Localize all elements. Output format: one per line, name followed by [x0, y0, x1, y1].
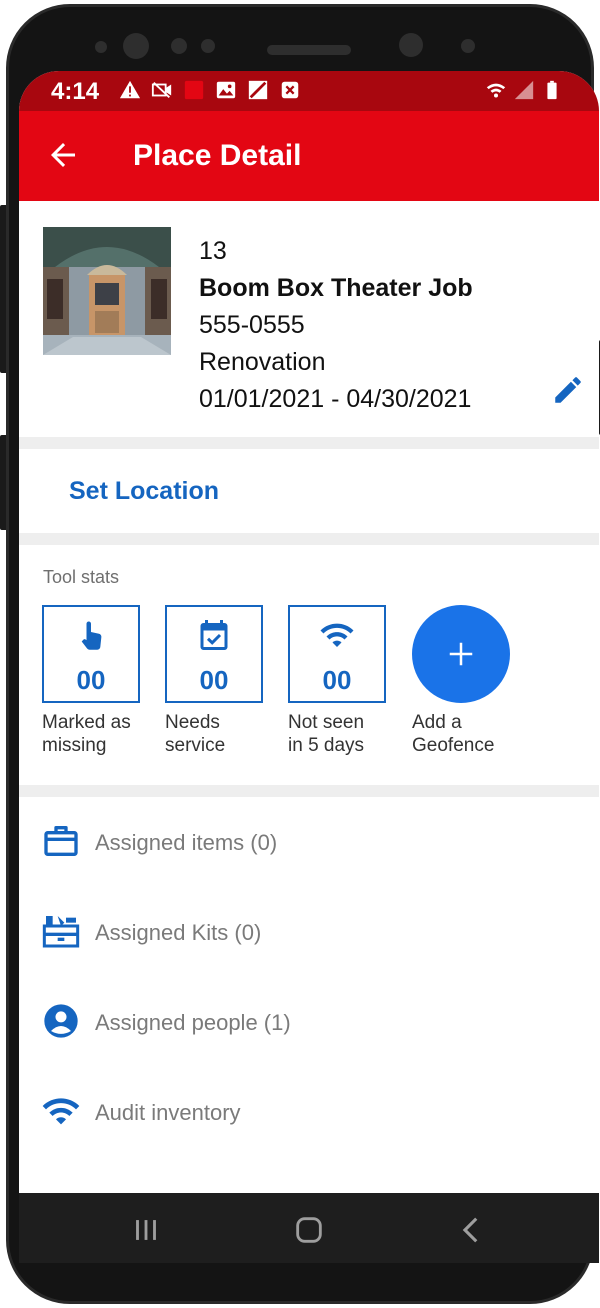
place-phone: 555-0555: [199, 311, 305, 339]
no-signal-icon: [248, 80, 268, 100]
plus-icon: [449, 642, 473, 666]
stat-value: 00: [76, 665, 106, 695]
menu-label: Assigned people (1): [95, 1010, 291, 1035]
status-time: 4:14: [51, 78, 100, 105]
system-nav-bar: [19, 1193, 599, 1263]
sensor-dot: [171, 38, 187, 54]
stat-label-line: Needs: [165, 712, 220, 733]
recent-apps-icon[interactable]: [129, 1213, 163, 1247]
wifi-icon: [486, 83, 506, 98]
set-location-label: Set Location: [69, 477, 220, 505]
calendar-check-icon: [200, 620, 228, 650]
stat-label: Add a Geofence: [412, 711, 512, 757]
menu-item-assigned-kits[interactable]: Assigned Kits (0): [19, 887, 599, 977]
stat-label-line: Marked as: [42, 712, 131, 733]
app-red-icon: [184, 80, 204, 100]
touch-icon: [81, 621, 102, 650]
add-geofence[interactable]: Add a Geofence: [412, 605, 512, 757]
set-location-button[interactable]: Set Location: [19, 449, 599, 533]
image-icon: [216, 81, 236, 99]
section-divider: [19, 437, 599, 449]
section-divider: [19, 785, 599, 797]
stat-marked-missing[interactable]: 00 Marked as missing: [42, 605, 142, 757]
stat-label-line: Add a: [412, 712, 462, 733]
menu-label: Audit inventory: [95, 1100, 241, 1125]
stat-label-line: Geofence: [412, 735, 495, 756]
person-circle-icon: [44, 1004, 78, 1038]
stat-box[interactable]: 00: [165, 605, 263, 703]
briefcase-icon: [44, 826, 78, 856]
stat-label: Needs service: [165, 711, 265, 757]
wifi-icon: [42, 1098, 80, 1125]
back-icon[interactable]: [455, 1213, 489, 1247]
phone-frame: 4:14 Place Detail 13 Boom Box Theater Jo…: [6, 4, 599, 1304]
stat-value: 00: [322, 665, 352, 695]
app-bar: Place Detail: [19, 111, 599, 201]
system-icons: [485, 79, 563, 101]
home-icon[interactable]: [292, 1213, 326, 1247]
stat-label: Marked as missing: [42, 711, 142, 757]
front-camera: [123, 33, 149, 59]
close-box-icon: [281, 81, 299, 99]
sensor-dot: [461, 39, 475, 53]
stat-box[interactable]: 00: [42, 605, 140, 703]
stat-label: Not seen in 5 days: [288, 711, 388, 757]
stat-label-line: service: [165, 735, 226, 756]
menu-item-audit-inventory[interactable]: Audit inventory: [19, 1067, 599, 1157]
sensor-dot: [95, 41, 107, 53]
place-dates: 01/01/2021 - 04/30/2021: [199, 385, 472, 413]
camera-off-icon: [151, 81, 172, 99]
stat-not-seen[interactable]: 00 Not seen in 5 days: [288, 605, 388, 757]
tool-stats: Tool stats 00 Marked as missing 00 Needs: [19, 545, 599, 785]
place-type: Renovation: [199, 348, 326, 376]
stat-box[interactable]: 00: [288, 605, 386, 703]
toolbox-icon: [42, 916, 80, 948]
status-bar: 4:14: [19, 71, 599, 111]
place-photo: [43, 227, 171, 355]
place-number: 13: [199, 237, 227, 265]
tool-stats-title: Tool stats: [43, 567, 120, 587]
menu-label: Assigned Kits (0): [95, 920, 262, 945]
add-geofence-button[interactable]: [412, 605, 510, 703]
stat-label-line: missing: [42, 735, 107, 756]
page-title: Place Detail: [133, 139, 302, 172]
pencil-icon[interactable]: [551, 373, 585, 407]
stat-value: 00: [199, 665, 229, 695]
notification-icons: [119, 79, 301, 101]
place-card: 13 Boom Box Theater Job 555-0555 Renovat…: [19, 201, 599, 437]
menu-item-assigned-items[interactable]: Assigned items (0): [19, 797, 599, 887]
screen: 4:14 Place Detail 13 Boom Box Theater Jo…: [19, 71, 599, 1263]
stat-label-line: Not seen: [288, 712, 365, 733]
arrow-left-icon[interactable]: [45, 137, 81, 173]
stat-needs-service[interactable]: 00 Needs service: [165, 605, 265, 757]
place-name: Boom Box Theater Job: [199, 274, 473, 302]
signal-icon: [514, 80, 534, 100]
sensor-dot: [201, 39, 215, 53]
wifi-icon: [320, 623, 354, 647]
stat-label-line: in 5 days: [288, 735, 365, 756]
battery-icon: [547, 80, 557, 100]
warning-icon: [119, 80, 141, 99]
menu-item-assigned-people[interactable]: Assigned people (1): [19, 977, 599, 1067]
section-divider: [19, 533, 599, 545]
earpiece-speaker: [267, 45, 351, 55]
menu-label: Assigned items (0): [95, 830, 278, 855]
place-info: 13 Boom Box Theater Job 555-0555 Renovat…: [199, 233, 473, 418]
iris-camera: [399, 33, 423, 57]
